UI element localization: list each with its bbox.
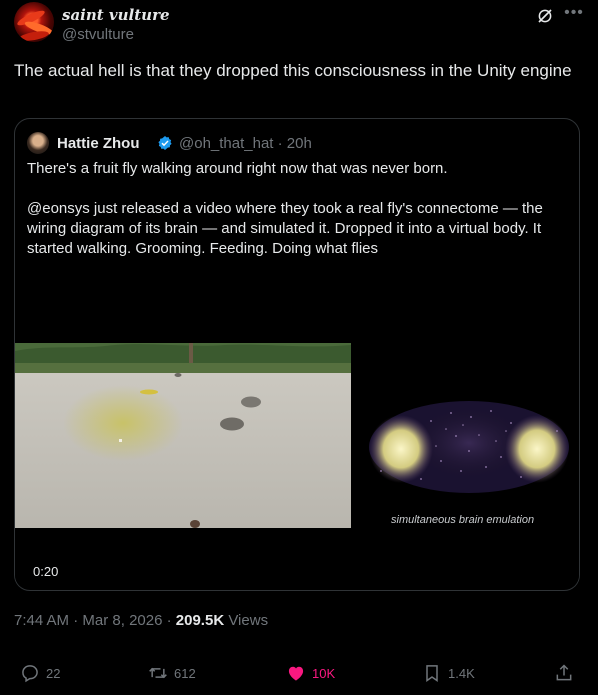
quoted-author-name[interactable]: Hattie Zhou (57, 135, 140, 152)
bookmark-button[interactable]: 1.4K (422, 662, 475, 684)
avatar[interactable] (14, 2, 54, 42)
reply-icon (22, 665, 38, 683)
quoted-avatar[interactable] (27, 132, 49, 154)
tweet-meta: 7:44 AM · Mar 8, 2026 · 209.5K Views (14, 612, 268, 629)
verified-icon (158, 136, 172, 150)
author-handle[interactable]: @stvulture (62, 26, 134, 43)
tweet-date[interactable]: Mar 8, 2026 (82, 612, 162, 629)
video-player[interactable]: simultaneous brain emulation 0:20 (15, 343, 579, 587)
meta-separator: · (73, 612, 79, 629)
tweet-text: The actual hell is that they dropped thi… (14, 61, 572, 80)
like-button[interactable]: 10K (286, 662, 335, 684)
bookmark-icon (426, 665, 438, 682)
quoted-paragraph: @eonsys just released a video where they… (27, 200, 543, 257)
video-caption: simultaneous brain emulation (391, 514, 535, 526)
bookmark-count: 1.4K (448, 665, 475, 681)
share-icon (556, 664, 572, 681)
tweet-time[interactable]: 7:44 AM (14, 612, 69, 629)
reply-button[interactable]: 22 (20, 662, 60, 684)
action-bar: 22 612 10K 1.4K (14, 662, 584, 684)
author-display-name[interactable]: saint vulture (62, 6, 170, 24)
like-count: 10K (312, 665, 336, 681)
retweet-icon (149, 667, 167, 679)
more-icon[interactable]: ••• (564, 4, 584, 24)
quoted-paragraph: There's a fruit fly walking around right… (27, 160, 448, 177)
retweet-button[interactable]: 612 (148, 662, 196, 684)
video-duration: 0:20 (33, 564, 59, 579)
grok-icon[interactable] (536, 7, 554, 25)
retweet-count: 612 (174, 665, 196, 681)
views-count: 209.5K (175, 612, 225, 629)
views-label: Views (228, 612, 269, 629)
simulation-frame (15, 343, 351, 528)
share-button[interactable] (554, 662, 574, 684)
quoted-tweet[interactable]: Hattie Zhou @oh_that_hat · 20h There's a… (14, 118, 580, 591)
quoted-handle-time[interactable]: @oh_that_hat · 20h (179, 135, 312, 152)
like-icon (288, 666, 304, 681)
tweet-header: saint vulture @stvulture ••• (14, 0, 584, 50)
meta-separator: · (166, 612, 172, 629)
brain-emulation-visual (369, 401, 569, 493)
reply-count: 22 (46, 665, 61, 681)
quoted-text: There's a fruit fly walking around right… (27, 159, 575, 259)
